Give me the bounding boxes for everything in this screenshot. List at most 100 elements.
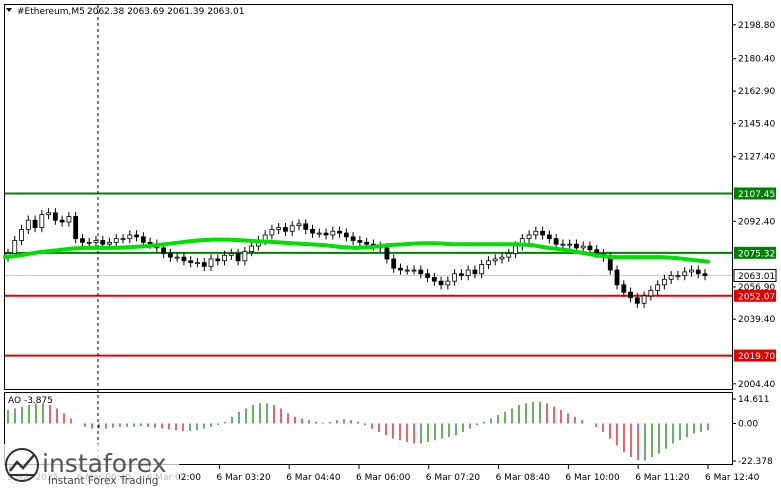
candle-body — [66, 216, 72, 223]
candle-body — [208, 258, 214, 267]
candle-body — [19, 229, 24, 241]
candle-body — [343, 232, 349, 238]
candle-body — [323, 232, 329, 236]
candle-body — [675, 275, 681, 277]
candle-body — [188, 260, 194, 264]
candle-body — [316, 232, 322, 235]
candle-body — [168, 253, 173, 258]
price-tick-label: 2127.40 — [738, 153, 775, 163]
price-tick-label: 2198.80 — [738, 21, 775, 31]
candle-body — [93, 240, 99, 243]
price-axis: 2198.80 2180.40 2162.90 2145.40 2127.40 2092.… — [732, 21, 775, 390]
candle-body — [73, 216, 79, 240]
time-tick-label: 6 Mar 12:40 — [705, 473, 760, 483]
candle-body — [486, 260, 491, 265]
level-tag-label: 2063.01 — [738, 272, 775, 282]
candle-body — [540, 230, 545, 236]
candle-body — [655, 284, 661, 291]
logo-tagline: Instant Forex Trading — [48, 475, 158, 487]
chart: 2198.80 2180.40 2162.90 2145.40 2127.40 2092.… — [2, 4, 777, 489]
time-tick-label: 6 Mar 04:40 — [286, 473, 341, 483]
candle-body — [425, 273, 430, 278]
level-tag-label: 2019.70 — [738, 352, 775, 362]
candle-body — [350, 236, 356, 241]
candle-body — [465, 269, 471, 276]
candle-body — [458, 273, 464, 276]
candle-body — [228, 253, 234, 256]
candle-body — [391, 258, 397, 269]
candle-body — [452, 273, 458, 282]
candle-body — [201, 262, 207, 267]
candle-body — [107, 241, 112, 245]
time-tick-label: 6 Mar 03:20 — [216, 473, 271, 483]
ao-tick-label: 14.611 — [738, 395, 770, 405]
ao-tick-label: 0.00 — [738, 419, 758, 429]
candle-body — [25, 219, 31, 230]
candle-body — [337, 230, 342, 234]
candle-body — [445, 280, 451, 286]
dropdown-triangle-icon[interactable] — [6, 8, 12, 12]
candle-body — [641, 295, 647, 304]
ao-axis: 14.611 0.00 -22.378 — [732, 395, 773, 467]
price-tick-label: 2004.40 — [738, 380, 775, 390]
candle-body — [682, 271, 688, 276]
candle-body — [215, 258, 221, 262]
time-tick-label: 6 Mar 10:00 — [565, 473, 620, 483]
candle-body — [553, 238, 559, 245]
candle-body — [330, 230, 336, 236]
logo-brand: instaforex — [42, 449, 167, 478]
candle-body — [628, 291, 633, 299]
candle-body — [411, 269, 417, 272]
candle-body — [357, 240, 363, 243]
candle-body — [39, 214, 45, 228]
candle-body — [181, 256, 187, 262]
symbol-label: #Ethereum,M5 — [17, 7, 85, 17]
candle-body — [113, 238, 119, 243]
candle-body — [634, 297, 640, 304]
candle-body — [580, 245, 586, 249]
price-tick-label: 2092.40 — [738, 217, 775, 227]
candle-body — [702, 273, 708, 276]
candle-body — [668, 275, 674, 280]
candle-body — [12, 240, 18, 254]
candle-body — [80, 238, 85, 243]
candle-body — [492, 258, 498, 262]
candle-body — [222, 254, 227, 262]
candle-body — [384, 247, 390, 260]
candle-body — [161, 247, 167, 254]
price-tick-label: 2039.40 — [738, 315, 775, 325]
candle-body — [431, 277, 437, 282]
candle-body — [689, 269, 694, 273]
candle-body — [269, 229, 275, 236]
candle-body — [195, 262, 200, 265]
candle-body — [134, 234, 139, 238]
candle-body — [296, 223, 302, 227]
time-tick-label: 6 Mar 07:20 — [426, 473, 481, 483]
candle-body — [526, 234, 532, 240]
candle-body — [438, 280, 444, 286]
time-tick-label: 6 Mar 06:00 — [356, 473, 411, 483]
candle-body — [404, 269, 410, 272]
candle-body — [140, 236, 146, 243]
candle-body — [303, 223, 309, 230]
time-tick-label: 6 Mar 11:20 — [635, 473, 690, 483]
candle-body — [614, 269, 620, 286]
candle-body — [59, 219, 65, 223]
candle-body — [364, 241, 370, 245]
price-tick-label: 2145.40 — [738, 119, 775, 129]
instaforex-logo: instaforex Instant Forex Trading — [2, 444, 179, 489]
candle-body — [695, 269, 701, 275]
candle-body — [235, 253, 241, 262]
level-tag-label: 2075.32 — [738, 249, 775, 259]
candle-body — [86, 241, 92, 244]
candle-body — [289, 225, 295, 232]
candle-body — [127, 234, 133, 240]
candle-body — [276, 227, 282, 230]
candle-body — [242, 251, 248, 262]
candle-body — [100, 240, 106, 245]
candle-body — [574, 243, 579, 249]
price-tick-label: 2180.40 — [738, 55, 775, 65]
candle-body — [310, 229, 315, 234]
ao-label: AO -3.875 — [8, 396, 53, 406]
candle-body — [418, 269, 424, 275]
